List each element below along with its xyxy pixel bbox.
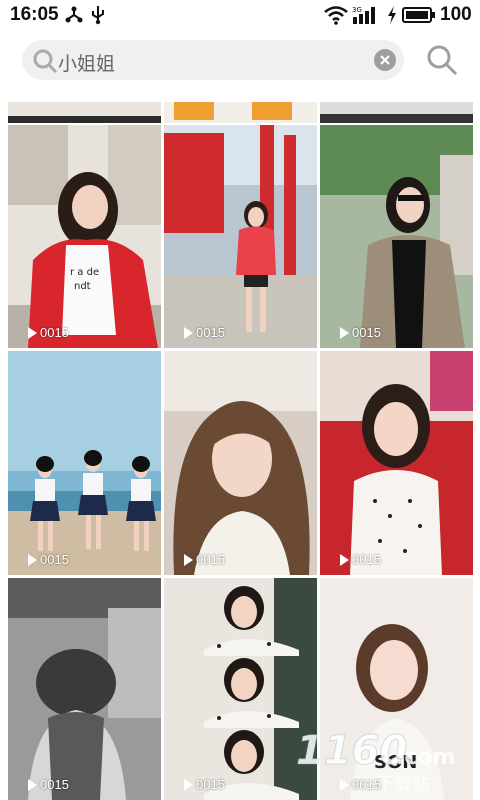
play-count: 0015	[28, 777, 69, 792]
video-thumbnail-partial[interactable]	[8, 102, 161, 123]
play-count: 0015	[340, 552, 381, 567]
video-thumbnail[interactable]: 0015	[320, 351, 473, 575]
play-icon	[184, 778, 193, 791]
play-icon	[184, 553, 193, 566]
video-image	[320, 125, 473, 348]
search-query: 小姐姐	[58, 54, 116, 75]
svg-text:r a de: r a de	[70, 267, 99, 278]
play-count: 0015	[28, 325, 69, 340]
play-icon	[28, 326, 37, 339]
video-image	[8, 578, 161, 800]
search-input[interactable]: 小姐姐	[22, 40, 404, 80]
play-icon	[28, 778, 37, 791]
play-icon	[340, 553, 349, 566]
watermark-brand: 1160	[296, 728, 407, 774]
video-thumbnail[interactable]: r a de ndt 0015	[8, 125, 161, 348]
video-grid: r a de ndt 0015 0015 0015 0015 0015 0015…	[8, 102, 474, 800]
search-icon	[33, 49, 58, 74]
watermark-domain: .com	[396, 745, 455, 770]
wifi-icon	[324, 6, 348, 25]
video-thumbnail-partial[interactable]	[164, 102, 317, 123]
clear-icon[interactable]	[374, 49, 396, 71]
play-count: 0015	[28, 552, 69, 567]
video-image	[164, 125, 317, 348]
charging-icon	[388, 6, 396, 24]
usb-share-icon	[65, 6, 83, 23]
play-count: 0015	[184, 777, 225, 792]
video-thumbnail[interactable]: 0015	[164, 351, 317, 575]
video-image	[164, 351, 317, 575]
video-thumbnail[interactable]: 0015	[164, 125, 317, 348]
video-thumbnail[interactable]: 0015	[320, 125, 473, 348]
video-thumbnail-partial[interactable]	[320, 102, 473, 123]
play-icon	[28, 553, 37, 566]
battery-level: 100	[440, 4, 472, 25]
watermark-logo: 1160 .com 下载站	[296, 728, 456, 796]
video-thumbnail[interactable]: 0015	[8, 578, 161, 800]
search-button[interactable]	[424, 42, 460, 78]
video-thumbnail[interactable]: 0015	[8, 351, 161, 575]
status-bar: 16:05 3G 100	[0, 0, 480, 30]
search-bar: 小姐姐	[0, 30, 480, 92]
status-time: 16:05	[10, 4, 59, 25]
play-icon	[340, 326, 349, 339]
play-count: 0015	[340, 325, 381, 340]
usb-icon	[92, 6, 104, 25]
video-image: r a de ndt	[8, 125, 161, 348]
watermark-caption: 下载站	[376, 774, 430, 795]
video-image	[320, 351, 473, 575]
play-count: 0015	[184, 325, 225, 340]
play-icon	[184, 326, 193, 339]
signal-3g-icon: 3G	[352, 6, 375, 24]
battery-icon	[402, 7, 435, 23]
svg-text:3G: 3G	[352, 6, 362, 14]
video-image	[8, 351, 161, 575]
svg-text:ndt: ndt	[74, 281, 91, 292]
play-count: 0015	[184, 552, 225, 567]
